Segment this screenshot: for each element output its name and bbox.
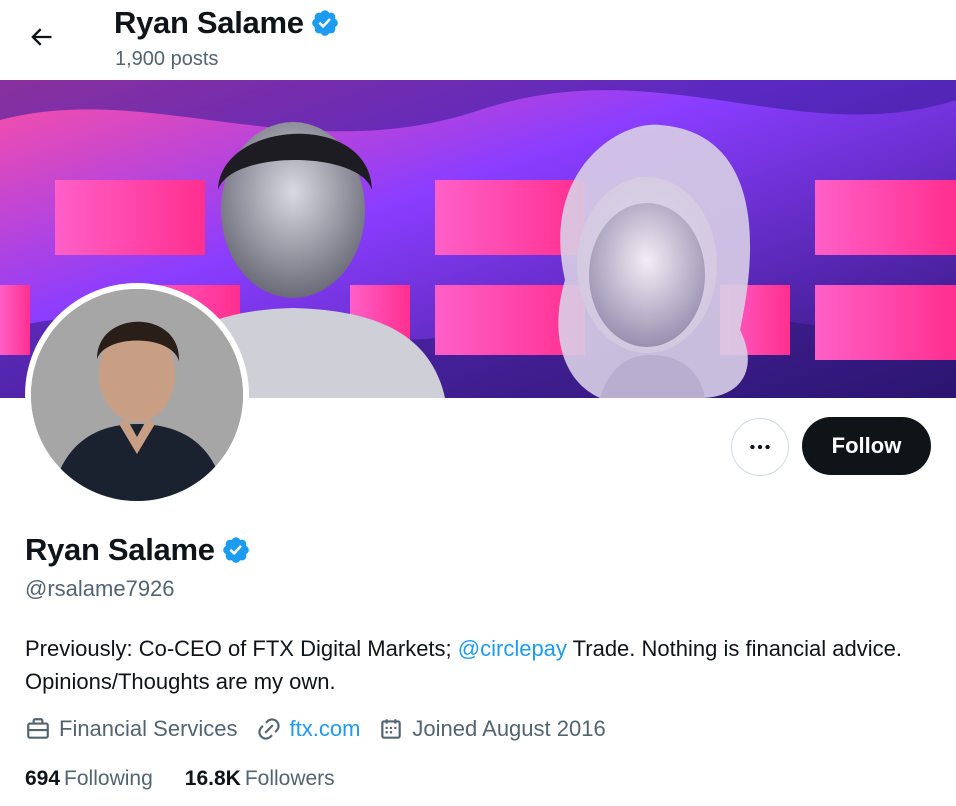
more-options-button[interactable] bbox=[731, 418, 789, 476]
website-link[interactable]: ftx.com bbox=[290, 716, 361, 742]
more-dots-icon bbox=[750, 444, 770, 450]
display-name: Ryan Salame bbox=[25, 532, 215, 567]
verified-badge-icon bbox=[311, 10, 338, 36]
profile-name: Ryan Salame bbox=[25, 532, 251, 568]
verified-badge-icon bbox=[222, 537, 249, 563]
bio-mention-link[interactable]: @circlepay bbox=[458, 636, 567, 661]
category-text: Financial Services bbox=[59, 716, 238, 741]
following-link[interactable]: 694 Following bbox=[25, 767, 153, 791]
profile-handle: @rsalame7926 bbox=[25, 576, 175, 601]
profile-joined: Joined August 2016 bbox=[378, 716, 606, 742]
following-count: 694 bbox=[25, 767, 61, 790]
profile-bio: Previously: Co-CEO of FTX Digital Market… bbox=[25, 632, 925, 698]
profile-avatar[interactable] bbox=[25, 283, 249, 507]
arrow-left-icon bbox=[31, 28, 52, 46]
profile-meta: Financial Services ftx.com Joined August… bbox=[25, 716, 624, 742]
following-label: Following bbox=[64, 767, 153, 790]
followers-count: 16.8K bbox=[184, 767, 241, 790]
followers-link[interactable]: 16.8K Followers bbox=[185, 767, 335, 791]
back-button[interactable] bbox=[20, 16, 62, 58]
joined-text: Joined August 2016 bbox=[412, 716, 606, 741]
follow-button[interactable]: Follow bbox=[802, 417, 931, 475]
profile-website[interactable]: ftx.com bbox=[256, 716, 361, 742]
header-name: Ryan Salame bbox=[114, 5, 304, 40]
bio-text-prefix: Previously: Co-CEO of FTX Digital Market… bbox=[25, 636, 458, 661]
link-icon bbox=[257, 718, 280, 740]
followers-label: Followers bbox=[244, 767, 335, 790]
profile-stats: 694 Following 16.8K Followers bbox=[25, 767, 367, 791]
profile-category: Financial Services bbox=[25, 716, 238, 742]
avatar-photo bbox=[31, 289, 243, 501]
calendar-icon bbox=[381, 719, 402, 739]
top-header: Ryan Salame 1,900 posts bbox=[0, 0, 956, 80]
header-title: Ryan Salame bbox=[114, 5, 340, 41]
briefcase-icon bbox=[27, 718, 49, 739]
posts-count: 1,900 posts bbox=[115, 48, 219, 70]
